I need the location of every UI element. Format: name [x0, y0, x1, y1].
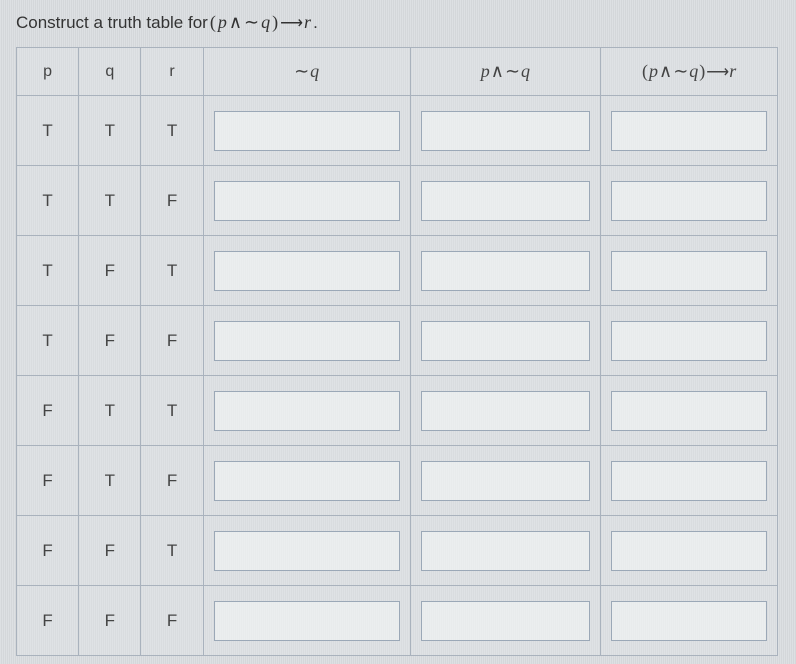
hdr2-tilde: ∼ — [505, 61, 520, 82]
header-r: r — [141, 48, 203, 96]
table-row: T F T — [17, 236, 778, 306]
cell-q: F — [79, 306, 141, 376]
cell-q: T — [79, 96, 141, 166]
var-r: r — [304, 12, 311, 33]
header-row: p q r ∼ q p∧ ∼ q (p∧ ∼ q) — [17, 48, 778, 96]
arrow-op: ⟶ — [280, 13, 302, 33]
header-not-q: ∼ q — [203, 48, 410, 96]
cell-p: F — [17, 446, 79, 516]
prompt-text: Construct a truth table for (p∧ ∼ q) ⟶ r… — [16, 12, 780, 33]
cell-q: T — [79, 376, 141, 446]
cell-r: F — [141, 446, 203, 516]
input-implication[interactable] — [611, 461, 767, 501]
header-p: p — [17, 48, 79, 96]
cell-r: T — [141, 376, 203, 446]
cell-r: F — [141, 306, 203, 376]
input-implication[interactable] — [611, 251, 767, 291]
cell-p: T — [17, 236, 79, 306]
cell-r: F — [141, 586, 203, 656]
cell-q: F — [79, 586, 141, 656]
input-p-and-not-q[interactable] — [421, 391, 591, 431]
hdr2-q: q — [521, 61, 530, 82]
table-row: F T F — [17, 446, 778, 516]
cell-p: F — [17, 376, 79, 446]
cell-q: T — [79, 446, 141, 516]
var-p: p — [218, 12, 227, 33]
cell-p: T — [17, 96, 79, 166]
prompt-lead: Construct a truth table for — [16, 13, 208, 33]
cell-r: T — [141, 96, 203, 166]
cell-q: F — [79, 236, 141, 306]
and-op: ∧ — [229, 12, 242, 33]
cell-q: F — [79, 516, 141, 586]
var-q: q — [261, 12, 270, 33]
hdr3-q: q — [689, 61, 698, 82]
hdr3-close: ) — [699, 61, 705, 82]
paren-close: ) — [272, 12, 278, 33]
cell-r: T — [141, 516, 203, 586]
hdr2-and: ∧ — [491, 61, 504, 82]
input-p-and-not-q[interactable] — [421, 461, 591, 501]
input-not-q[interactable] — [214, 531, 400, 571]
input-p-and-not-q[interactable] — [421, 111, 591, 151]
input-not-q[interactable] — [214, 391, 400, 431]
header-p-and-not-q: p∧ ∼ q — [410, 48, 601, 96]
table-row: F F F — [17, 586, 778, 656]
input-implication[interactable] — [611, 321, 767, 361]
input-not-q[interactable] — [214, 601, 400, 641]
hdr3-r: r — [729, 61, 736, 82]
input-implication[interactable] — [611, 391, 767, 431]
cell-p: T — [17, 166, 79, 236]
input-p-and-not-q[interactable] — [421, 531, 591, 571]
input-not-q[interactable] — [214, 321, 400, 361]
period: . — [313, 13, 318, 33]
input-implication[interactable] — [611, 111, 767, 151]
cell-p: T — [17, 306, 79, 376]
hdr3-open: ( — [642, 61, 648, 82]
cell-p: F — [17, 586, 79, 656]
table-row: F T T — [17, 376, 778, 446]
paren-open: ( — [210, 12, 216, 33]
cell-r: T — [141, 236, 203, 306]
hdr2-p: p — [481, 61, 490, 82]
input-implication[interactable] — [611, 601, 767, 641]
header-q: q — [79, 48, 141, 96]
table-row: T F F — [17, 306, 778, 376]
cell-r: F — [141, 166, 203, 236]
cell-p: F — [17, 516, 79, 586]
truth-table: p q r ∼ q p∧ ∼ q (p∧ ∼ q) — [16, 47, 778, 656]
input-implication[interactable] — [611, 181, 767, 221]
table-row: T T F — [17, 166, 778, 236]
input-p-and-not-q[interactable] — [421, 181, 591, 221]
table-body: T T T T T F T F T T F F — [17, 96, 778, 656]
input-p-and-not-q[interactable] — [421, 601, 591, 641]
table-row: T T T — [17, 96, 778, 166]
table-row: F F T — [17, 516, 778, 586]
input-not-q[interactable] — [214, 111, 400, 151]
hdr3-p: p — [649, 61, 658, 82]
cell-q: T — [79, 166, 141, 236]
input-not-q[interactable] — [214, 461, 400, 501]
input-not-q[interactable] — [214, 181, 400, 221]
hdr3-tilde: ∼ — [673, 61, 688, 82]
hdr3-arrow: ⟶ — [706, 62, 728, 82]
tilde-op: ∼ — [244, 12, 259, 33]
input-not-q[interactable] — [214, 251, 400, 291]
hdr-q: q — [310, 61, 319, 82]
input-p-and-not-q[interactable] — [421, 321, 591, 361]
hdr-tilde: ∼ — [294, 61, 309, 82]
input-implication[interactable] — [611, 531, 767, 571]
header-implication: (p∧ ∼ q) ⟶ r — [601, 48, 778, 96]
input-p-and-not-q[interactable] — [421, 251, 591, 291]
hdr3-and: ∧ — [659, 61, 672, 82]
